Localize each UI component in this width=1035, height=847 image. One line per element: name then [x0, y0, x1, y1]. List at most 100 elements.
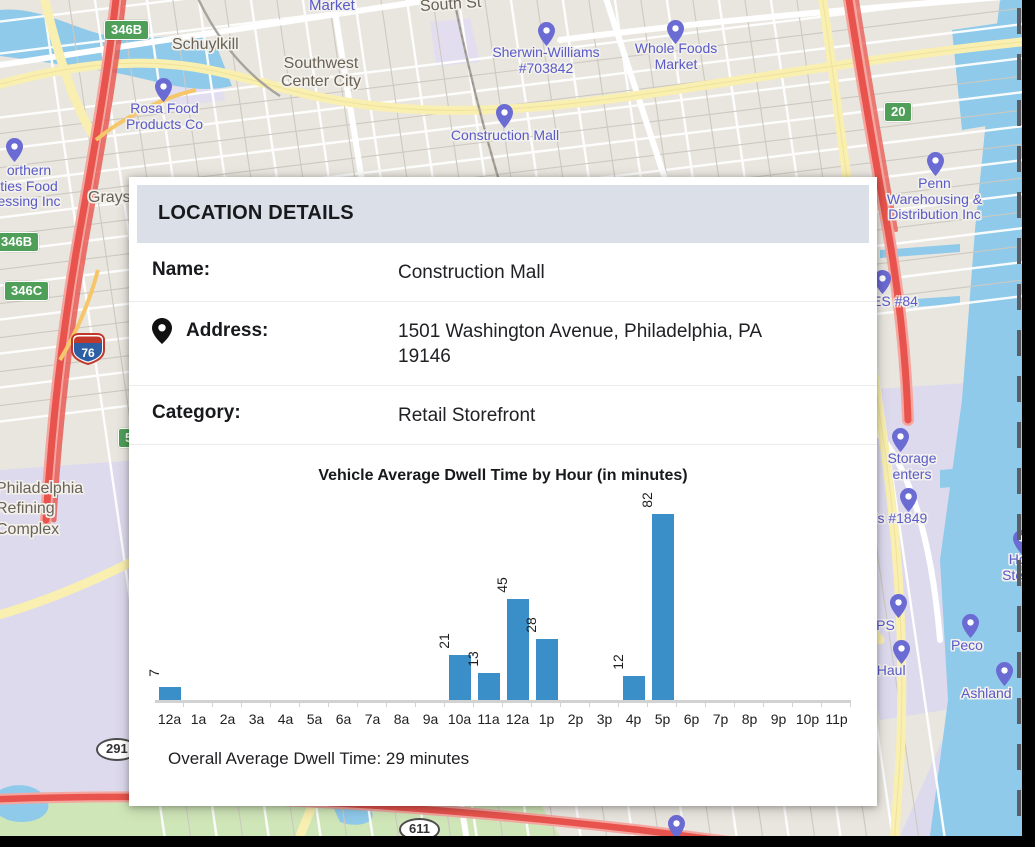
chart-bar-cell[interactable] [329, 495, 358, 703]
card-title: LOCATION DETAILS [158, 202, 354, 224]
card-header: LOCATION DETAILS [137, 185, 869, 243]
chart-bar-cell[interactable] [764, 495, 793, 703]
chart-bar-cell[interactable] [793, 495, 822, 703]
interstate-shield-76: 76 [70, 332, 106, 366]
chart-x-label: 10a [447, 711, 472, 728]
scrollbar-dash [1017, 606, 1021, 632]
scrollbar-dash [1017, 468, 1021, 494]
chart-bar-cell[interactable] [590, 495, 619, 703]
scrollbar-dash [1017, 698, 1021, 724]
chart-bars: 7 21 13 45 28 12 82 [145, 492, 851, 704]
chart-tick [793, 702, 822, 708]
chart-x-label: 12a [157, 711, 182, 728]
chart-x-axis-labels: 12a 1a 2a 3a 4a 5a 6a 7a 8a 9a 10a 11a 12a 1p 2p 3p 4p 5p… [155, 711, 851, 727]
field-row-name: Name: Construction Mall [129, 243, 877, 303]
chart-bar-cell[interactable]: 45 [494, 495, 532, 704]
route-shield-611: 611 [399, 818, 440, 836]
chart-tick [619, 702, 648, 708]
chart-x-label: 12a [505, 711, 530, 728]
chart-tick [648, 702, 677, 708]
chart-bar-cell[interactable]: 12 [610, 495, 648, 704]
window-bottom-edge [0, 836, 1035, 847]
svg-text:76: 76 [81, 346, 95, 360]
scrollbar-dash [1017, 284, 1021, 310]
chart-bar-cell[interactable]: 21 [436, 495, 474, 704]
chart-x-label: 9a [422, 711, 439, 728]
chart-tick [416, 702, 445, 708]
route-shield-346b: 346B [0, 232, 40, 252]
window-right-edge [1022, 0, 1035, 836]
chart-tick [213, 702, 242, 708]
chart-bar-value: 7 [145, 669, 162, 678]
chart-x-axis-ticks [155, 702, 851, 708]
chart-bar-cell[interactable] [677, 495, 706, 703]
chart-bar-cell[interactable] [271, 495, 300, 703]
chart-tick [445, 702, 474, 708]
chart-bar-cell[interactable]: 7 [145, 495, 184, 704]
field-value-category: Retail Storefront [398, 405, 536, 427]
chart-bar-cell[interactable] [242, 495, 271, 703]
field-label-wrap: Name: [150, 259, 398, 281]
scrollbar-dash [1017, 8, 1021, 34]
scrollbar-dash [1017, 514, 1021, 540]
chart-x-label: 10p [795, 711, 820, 728]
chart-bar-cell[interactable] [213, 495, 242, 703]
chart-bar[interactable]: 12 [610, 654, 645, 704]
chart-x-label: 8a [393, 711, 410, 728]
chart-tick [184, 702, 213, 708]
chart-bar-cell[interactable] [358, 495, 387, 703]
scrollbar-dash [1017, 146, 1021, 172]
chart-x-label: 2p [567, 711, 584, 728]
chart-bar-cell[interactable]: 82 [639, 492, 677, 704]
chart-x-label: 4p [625, 711, 642, 728]
chart-bar-cell[interactable] [735, 495, 764, 703]
chart-bar-cell[interactable] [561, 495, 590, 703]
dwell-time-chart: Vehicle Average Dwell Time by Hour (in m… [129, 445, 877, 769]
chart-plot-area: 7 21 13 45 28 12 82 [145, 492, 851, 708]
map-background[interactable]: Schuylkill Southwest Center City Market S… [0, 0, 1035, 836]
chart-x-label: 8p [741, 711, 758, 728]
chart-bar-cell[interactable] [387, 495, 416, 703]
chart-tick [300, 702, 329, 708]
chart-title: Vehicle Average Dwell Time by Hour (in m… [318, 467, 688, 485]
location-details-card[interactable]: LOCATION DETAILS Name: Construction Mall… [129, 177, 877, 806]
scrollbar-dash [1017, 330, 1021, 356]
chart-tick [561, 702, 590, 708]
scrollbar-dash [1017, 744, 1021, 770]
chart-bar-cell[interactable]: 13 [465, 495, 503, 704]
chart-bar-cell[interactable] [184, 495, 213, 703]
chart-bar[interactable]: 82 [639, 492, 674, 704]
chart-bar[interactable]: 28 [523, 617, 558, 704]
chart-x-label: 7p [712, 711, 729, 728]
chart-x-label: 9p [770, 711, 787, 728]
chart-bar[interactable]: 13 [465, 651, 500, 704]
chart-bar-cell[interactable] [822, 495, 851, 703]
field-label-name: Name: [152, 259, 211, 280]
chart-x-label: 5a [306, 711, 323, 728]
chart-tick [590, 702, 619, 708]
chart-x-label: 4a [277, 711, 294, 728]
field-row-category: Category: Retail Storefront [129, 386, 877, 446]
scrollbar-dash [1017, 54, 1021, 80]
chart-tick [735, 702, 764, 708]
chart-tick [474, 702, 503, 708]
chart-tick [155, 702, 184, 708]
chart-tick [677, 702, 706, 708]
field-value-name: Construction Mall [398, 262, 545, 283]
chart-x-label: 5p [654, 711, 671, 728]
map-pin-icon [152, 318, 172, 345]
route-shield-346b: 346B [104, 20, 150, 40]
field-label-address: Address: [186, 320, 269, 342]
chart-bar-cell[interactable] [300, 495, 329, 703]
chart-bar-cell[interactable]: 28 [523, 495, 561, 704]
field-value-address: 1501 Washington Avenue, Philadelphia, PA… [398, 321, 762, 368]
chart-x-label: 6a [335, 711, 352, 728]
chart-bar-cell[interactable] [706, 495, 735, 703]
scrollbar-dash [1017, 376, 1021, 402]
chart-bar-cell[interactable] [416, 495, 445, 703]
chart-x-label: 2a [219, 711, 236, 728]
chart-x-label: 6p [683, 711, 700, 728]
chart-x-label: 3p [596, 711, 613, 728]
chart-tick [271, 702, 300, 708]
chart-bar[interactable]: 45 [494, 578, 529, 704]
